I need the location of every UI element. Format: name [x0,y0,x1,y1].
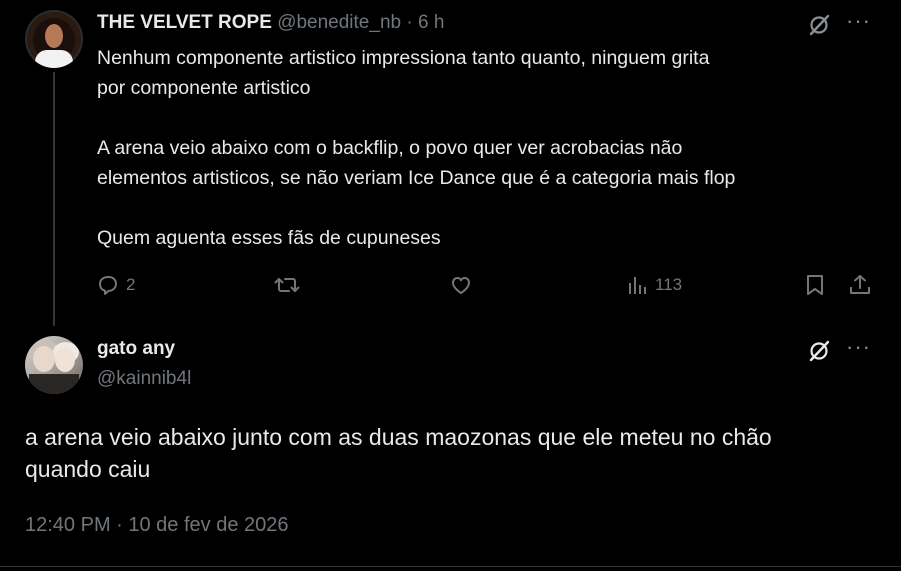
like-icon [449,273,473,297]
reply-icon [96,273,120,297]
avatar-face-right [55,348,75,372]
bookmark-button[interactable] [803,273,827,297]
reply-button[interactable]: 2 [96,273,135,297]
timestamp[interactable]: 12:40 PM · 10 de fev de 2026 [25,514,289,537]
reply-count: 2 [126,275,136,294]
separator: · [406,12,413,33]
avatar-face [45,24,63,48]
thread-line [53,72,55,326]
like-button[interactable] [449,273,473,297]
share-icon [848,273,872,297]
avatar-body [35,50,73,68]
handle[interactable]: @benedite_nb [277,12,401,33]
tweet-text: a arena veio abaixo junto com as duas ma… [25,424,772,482]
avatar[interactable] [25,336,83,394]
time-ago[interactable]: 6 h [418,12,444,33]
avatar[interactable] [25,10,83,68]
divider [0,566,901,567]
display-name[interactable]: THE VELVET ROPE [97,12,272,33]
handle[interactable]: @kainnib4l [97,368,191,390]
more-icon[interactable]: ··· [846,334,871,360]
views-button[interactable]: 113 [626,273,682,297]
tweet-text: Nenhum componente artistico impressiona … [97,47,736,249]
avatar-face-left [33,346,55,372]
bookmark-icon [803,273,827,297]
tweet-header: THE VELVET ROPE @benedite_nb · 6 h [97,11,444,35]
retweet-button[interactable] [274,273,300,297]
share-button[interactable] [848,273,872,297]
grok-icon[interactable] [806,12,832,38]
retweet-icon [274,273,300,297]
views-count: 113 [655,275,683,294]
more-icon[interactable]: ··· [846,8,871,34]
grok-icon[interactable] [806,338,832,364]
avatar-clothes [29,374,79,394]
display-name[interactable]: gato any [97,338,175,360]
views-icon [626,273,650,297]
